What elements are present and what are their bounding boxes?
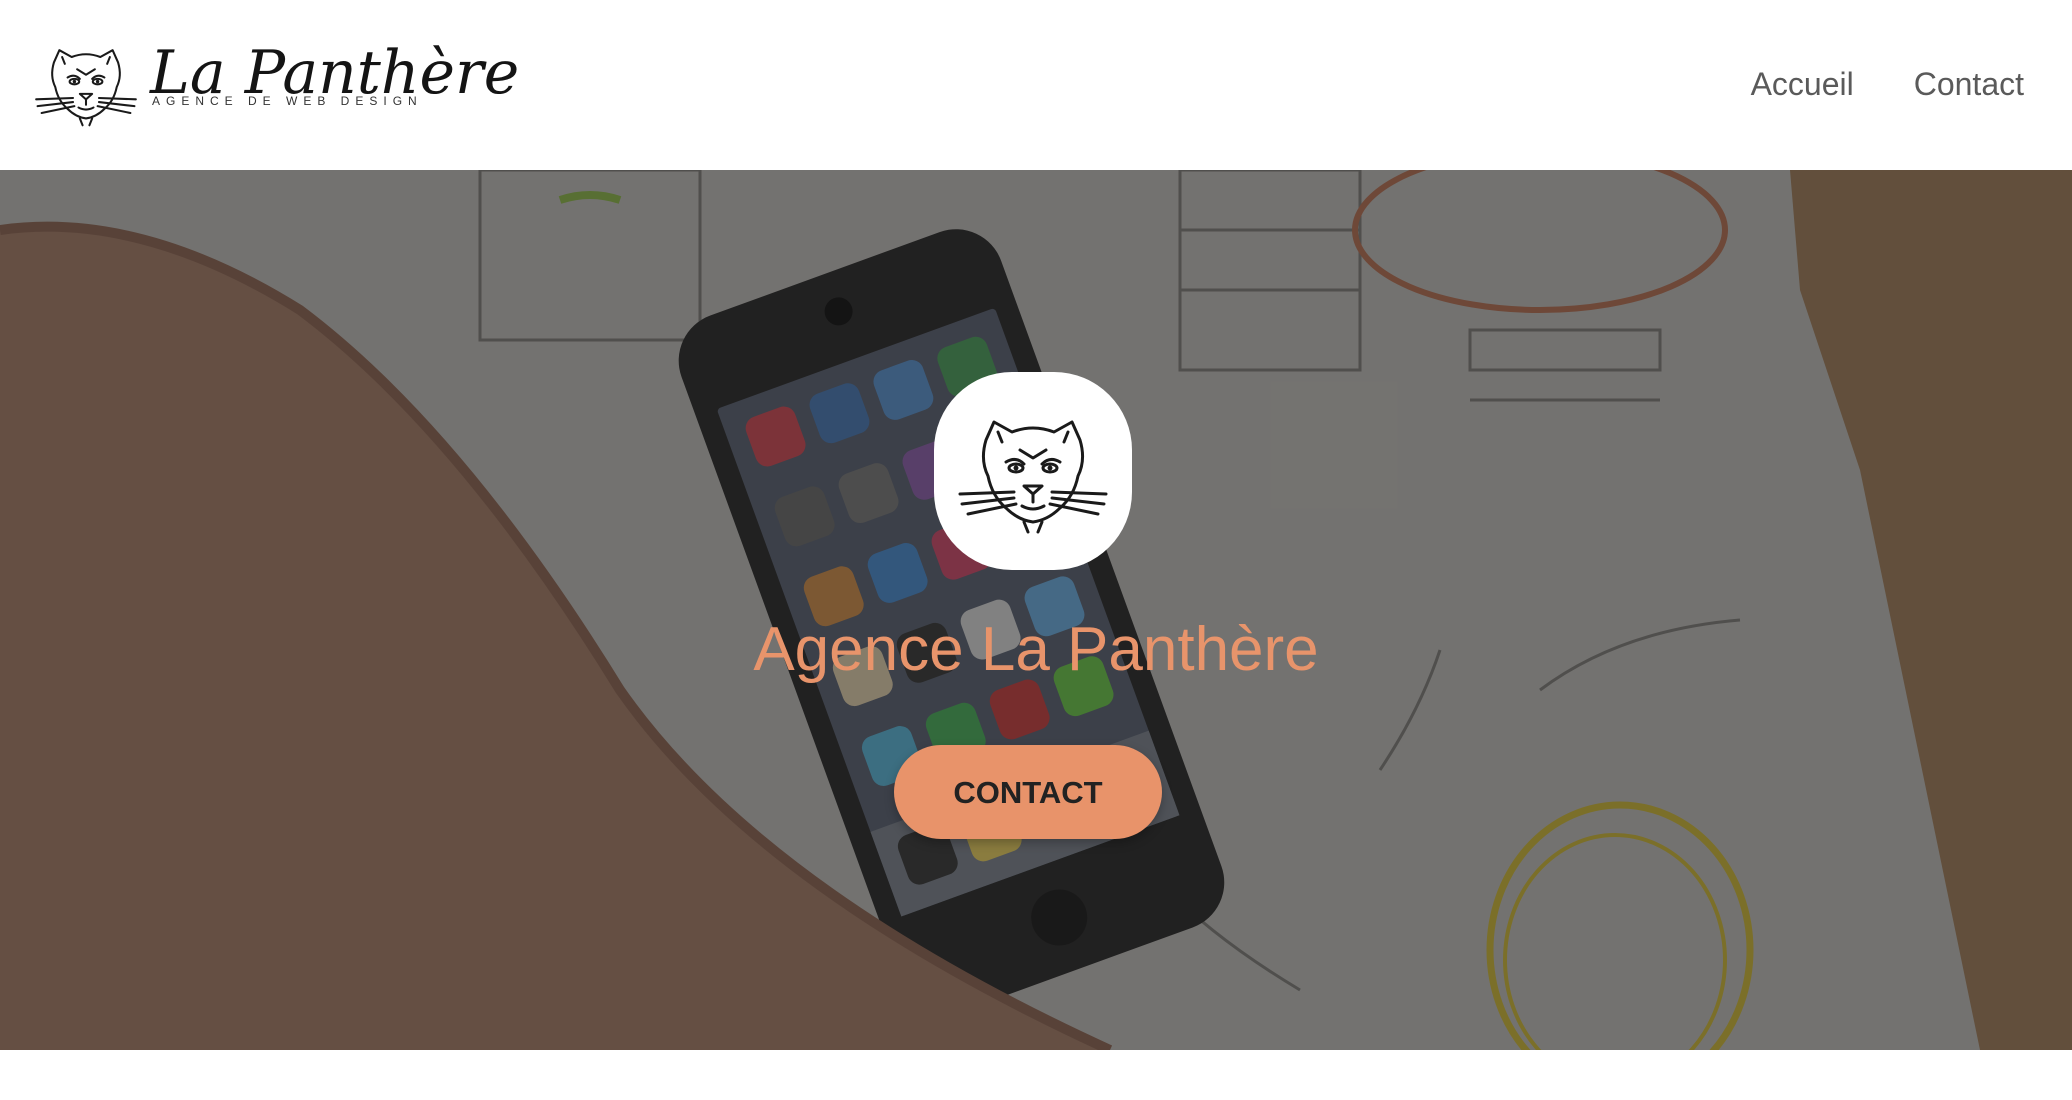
- main-nav: Accueil Contact: [1751, 64, 2024, 104]
- panther-head-icon: [35, 49, 137, 127]
- panther-head-icon: [958, 420, 1108, 534]
- site-header: La Panthère AGENCE DE WEB DESIGN Accueil…: [0, 0, 2072, 170]
- hero-title: Agence La Panthère: [753, 615, 1319, 684]
- nav-item-contact[interactable]: Contact: [1914, 64, 2024, 104]
- brand-tagline: AGENCE DE WEB DESIGN: [152, 94, 423, 108]
- nav-item-accueil[interactable]: Accueil: [1751, 64, 1854, 104]
- site-logo[interactable]: La Panthère AGENCE DE WEB DESIGN: [34, 38, 519, 128]
- contact-button[interactable]: CONTACT: [894, 745, 1162, 839]
- hero-section: Agence La Panthère CONTACT: [0, 170, 2072, 1050]
- hero-logo-badge: [934, 372, 1132, 570]
